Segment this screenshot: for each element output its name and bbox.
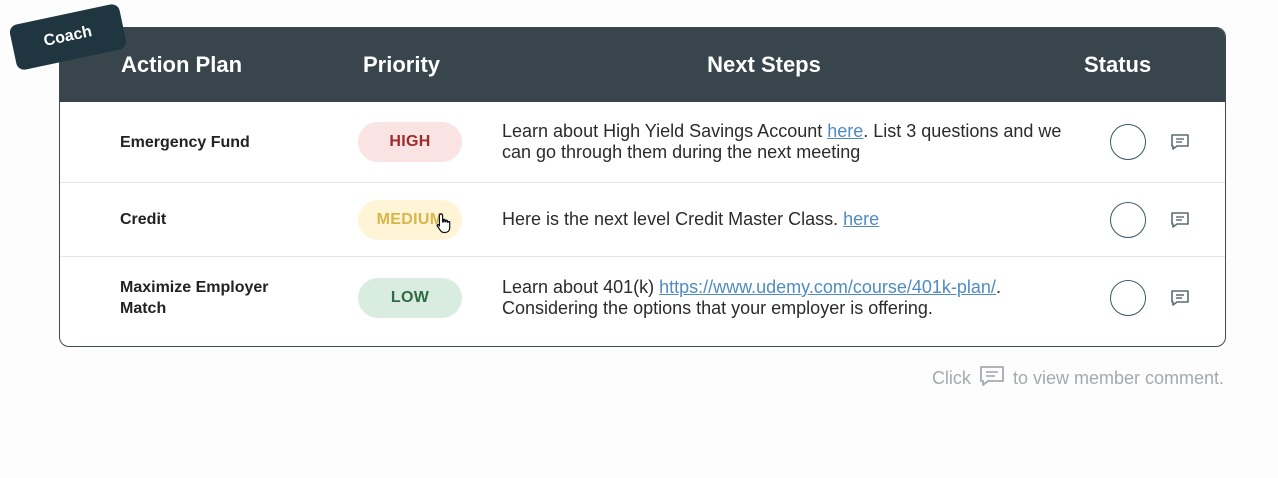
header-next-steps: Next Steps (707, 52, 821, 77)
next-steps-text: Here is the next level Credit Master Cla… (502, 209, 880, 229)
status-toggle[interactable] (1110, 280, 1146, 316)
row-name: Credit (120, 211, 167, 228)
next-steps-text: Learn about 401(k) https://www.udemy.com… (502, 277, 1001, 318)
comment-icon[interactable] (1170, 289, 1190, 307)
hand-cursor-icon (436, 212, 452, 239)
row-name: Maximize Employer Match (120, 279, 269, 317)
steps-link[interactable]: here (843, 209, 879, 229)
steps-link[interactable]: https://www.udemy.com/course/401k-plan/ (659, 277, 996, 297)
next-steps-text: Learn about High Yield Savings Account h… (502, 121, 1062, 162)
comment-icon[interactable] (1170, 211, 1190, 229)
comment-icon[interactable] (1170, 133, 1190, 151)
priority-badge-low[interactable]: LOW (358, 278, 462, 318)
footer-text-before: Click (931, 368, 971, 388)
table-header: Action Plan Priority Next Steps Status (60, 28, 1225, 102)
status-toggle[interactable] (1110, 124, 1146, 160)
table-row: Emergency Fund HIGH Learn about High Yie… (60, 102, 1225, 182)
row-name: Emergency Fund (120, 133, 250, 151)
footer-text-after: to view member comment. (1012, 368, 1224, 388)
status-toggle[interactable] (1110, 201, 1146, 238)
priority-badge-high[interactable]: HIGH (358, 122, 462, 162)
header-status: Status (1084, 52, 1152, 77)
footer-note: Click to view member comment. (932, 365, 1224, 392)
table-row: Credit MEDIUM Here is the next level Cre… (60, 183, 1225, 256)
steps-link[interactable]: here (827, 121, 863, 141)
table-row: Maximize Employer Match LOW Learn about … (60, 257, 1225, 339)
action-plan-table: Action Plan Priority Next Steps Status E… (59, 27, 1226, 347)
comment-icon (979, 365, 1005, 392)
